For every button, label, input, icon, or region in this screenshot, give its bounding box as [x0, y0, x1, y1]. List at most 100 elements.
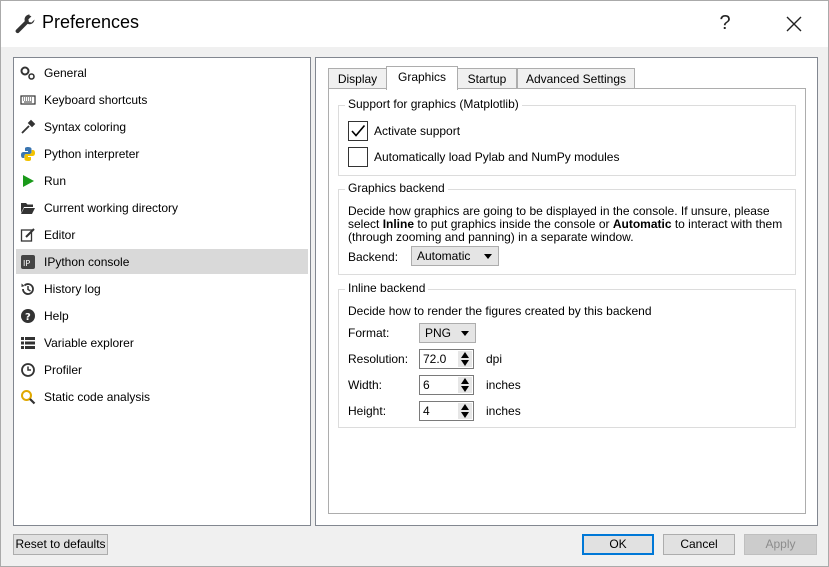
question-circle-icon: ? [20, 308, 36, 324]
format-label: Format: [348, 326, 390, 340]
autoload-pylab-option[interactable]: Automatically load Pylab and NumPy modul… [348, 147, 619, 167]
resolution-value: 72.0 [423, 352, 447, 366]
height-value: 4 [423, 404, 430, 418]
sidebar-item-label: Current working directory [44, 200, 179, 215]
group-title: Graphics backend [345, 181, 448, 195]
sidebar-item-general[interactable]: General [16, 60, 308, 85]
sidebar-item-syntax-coloring[interactable]: Syntax coloring [16, 114, 308, 139]
gears-icon [20, 65, 36, 81]
height-spinbox[interactable]: 4 [419, 401, 474, 421]
sidebar-item-label: Variable explorer [44, 335, 134, 350]
desc-text: to put graphics inside the console or [414, 217, 613, 231]
sidebar-item-label: Static code analysis [44, 389, 151, 404]
arrow-up-icon [461, 352, 469, 358]
backend-desc-line: (through zooming and panning) in a separ… [348, 230, 634, 244]
resolution-spinbox[interactable]: 72.0 [419, 349, 474, 369]
backend-description: Decide how graphics are going to be disp… [348, 205, 798, 244]
autoload-pylab-checkbox[interactable] [348, 147, 368, 167]
resolution-unit: dpi [486, 352, 503, 366]
sidebar-item-ipython-console[interactable]: IP IPython console [16, 249, 308, 274]
spin-up-button[interactable] [458, 351, 472, 359]
keyboard-icon [20, 92, 36, 108]
folder-open-icon [20, 200, 36, 216]
sidebar-item-label: Syntax coloring [44, 119, 127, 134]
cancel-button[interactable]: Cancel [663, 534, 735, 555]
sidebar-item-editor[interactable]: Editor [16, 222, 308, 247]
backend-label: Backend: [348, 250, 399, 264]
window-title: Preferences [42, 12, 140, 32]
arrow-up-icon [461, 404, 469, 410]
sidebar-item-label: Run [44, 173, 67, 188]
sidebar-item-current-working-directory[interactable]: Current working directory [16, 195, 308, 220]
sidebar-item-static-code-analysis[interactable]: Static code analysis [16, 384, 308, 409]
format-select[interactable]: PNG [419, 323, 476, 343]
sidebar-item-history-log[interactable]: History log [16, 276, 308, 301]
activate-support-option[interactable]: Activate support [348, 121, 460, 141]
group-title: Inline backend [345, 281, 429, 295]
backend-select[interactable]: Automatic [411, 246, 499, 266]
width-value: 6 [423, 378, 430, 392]
sidebar-item-profiler[interactable]: Profiler [16, 357, 308, 382]
arrow-down-icon [461, 360, 469, 366]
sidebar-item-label: IPython console [44, 254, 130, 269]
arrow-down-icon [461, 386, 469, 392]
spin-buttons [458, 377, 472, 393]
graphics-tab-pane: Support for graphics (Matplotlib) Activa… [328, 88, 806, 514]
width-label: Width: [348, 378, 383, 392]
title-bar: Preferences ? [1, 1, 828, 47]
autoload-pylab-label: Automatically load Pylab and NumPy modul… [374, 150, 620, 164]
spin-up-button[interactable] [458, 377, 472, 385]
inline-description: Decide how to render the figures created… [348, 304, 652, 318]
tab-display[interactable]: Display [328, 68, 387, 89]
list-icon [20, 335, 36, 351]
arrow-down-icon [461, 412, 469, 418]
arrow-up-icon [461, 378, 469, 384]
python-icon [20, 146, 36, 162]
tab-graphics[interactable]: Graphics [386, 66, 458, 90]
reset-to-defaults-button[interactable]: Reset to defaults [13, 534, 108, 555]
svg-text:IP: IP [23, 259, 30, 268]
apply-button[interactable]: Apply [744, 534, 817, 555]
sidebar-item-run[interactable]: Run [16, 168, 308, 193]
spin-down-button[interactable] [458, 359, 472, 367]
spin-buttons [458, 403, 472, 419]
spin-up-button[interactable] [458, 403, 472, 411]
spin-buttons [458, 351, 472, 367]
play-icon [20, 173, 36, 189]
search-icon [20, 389, 36, 405]
sidebar-item-python-interpreter[interactable]: Python interpreter [16, 141, 308, 166]
ok-button[interactable]: OK [582, 534, 654, 555]
spin-down-button[interactable] [458, 411, 472, 419]
sidebar-item-label: Keyboard shortcuts [44, 92, 148, 107]
ipython-icon: IP [20, 254, 36, 270]
preferences-window: Preferences ? General Keyboard shortcuts… [0, 0, 829, 567]
desc-bold-automatic: Automatic [612, 217, 672, 231]
clock-icon [20, 362, 36, 378]
support-graphics-group: Support for graphics (Matplotlib) Activa… [338, 97, 796, 176]
svg-text:?: ? [25, 312, 31, 323]
height-unit: inches [486, 404, 521, 418]
width-spinbox[interactable]: 6 [419, 375, 474, 395]
backend-select-value: Automatic [417, 249, 471, 263]
preferences-content: Display Graphics Startup Advanced Settin… [315, 57, 818, 526]
desc-text: select [348, 217, 383, 231]
inline-backend-group: Inline backend Decide how to render the … [338, 281, 796, 428]
desc-bold-inline: Inline [382, 217, 415, 231]
sidebar-item-label: Python interpreter [44, 146, 140, 161]
checkmark-icon [351, 124, 366, 137]
tab-advanced-settings[interactable]: Advanced Settings [517, 68, 635, 89]
chevron-down-icon [461, 331, 469, 336]
activate-support-checkbox[interactable] [348, 121, 368, 141]
sidebar-item-label: General [44, 65, 87, 80]
close-icon[interactable] [779, 9, 809, 39]
tab-startup[interactable]: Startup [457, 68, 517, 89]
sidebar-item-help[interactable]: ? Help [16, 303, 308, 328]
spin-down-button[interactable] [458, 385, 472, 393]
edit-icon [20, 227, 36, 243]
sidebar-item-variable-explorer[interactable]: Variable explorer [16, 330, 308, 355]
resolution-label: Resolution: [348, 352, 409, 366]
sidebar-item-label: History log [44, 281, 101, 296]
sidebar-item-keyboard-shortcuts[interactable]: Keyboard shortcuts [16, 87, 308, 112]
help-button[interactable]: ? [711, 9, 739, 37]
width-unit: inches [486, 378, 521, 392]
